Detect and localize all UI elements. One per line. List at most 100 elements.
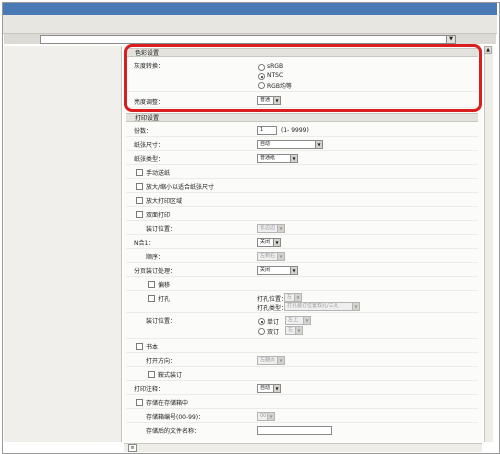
manual-feed-row: 手动送纸 (126, 165, 478, 179)
store-filename-row: 存储后的文件名称： (126, 423, 478, 437)
fit-paper-label: 放大/缩小以适合纸张尺寸 (146, 184, 215, 191)
punch-position-label: 打孔位置： (257, 296, 288, 303)
annotation-row: 打印注释： 自动 ▼ (126, 381, 478, 395)
enlarge-area-label: 放大打印区域 (146, 198, 183, 205)
punch-type-value: 打孔装订位置双孔/三孔 (287, 303, 339, 309)
paper-size-value: 自动 (260, 141, 271, 147)
chevron-down-icon: ▼ (273, 385, 280, 392)
duplex-label: 双面打印 (146, 212, 171, 219)
punch-position-select[interactable]: 左 ▼ (284, 293, 302, 302)
address-input[interactable] (40, 35, 448, 44)
enlarge-area-checkbox[interactable] (136, 197, 143, 204)
saddle-stitch-row: 鞍式装订 (126, 367, 478, 381)
saddle-stitch-checkbox[interactable] (148, 371, 155, 378)
offset-checkbox[interactable] (148, 281, 155, 288)
page-order-row: 顺序： 左到右 ▼ (126, 249, 478, 263)
punch-row: 打孔 打孔位置： 左 ▼ 打孔类型： 打孔装订位置双孔/三孔 ▼ (126, 291, 478, 313)
page-order-select[interactable]: 左到右 ▼ (257, 252, 285, 261)
paper-type-row: 纸张类型： 普通纸 ▼ (126, 151, 478, 165)
open-direction-label: 打开方向： (146, 358, 177, 365)
copies-row: 份数： 1 (1- 9999) (126, 123, 478, 137)
page-order-value: 左到右 (260, 253, 276, 259)
punch-position-value: 左 (287, 294, 293, 300)
toolbar (3, 15, 497, 34)
duplex-checkbox[interactable] (136, 211, 143, 218)
punch-type-select[interactable]: 打孔装订位置双孔/三孔 ▼ (284, 302, 360, 311)
copies-input[interactable]: 1 (257, 126, 277, 135)
saddle-stitch-label: 鞍式装订 (158, 372, 183, 379)
chevron-down-icon: ▼ (267, 413, 274, 420)
address-dropdown-button[interactable]: ▼ (446, 35, 456, 44)
finishing-value: 关闭 (260, 267, 271, 273)
chevron-down-icon: ▼ (273, 239, 280, 246)
binding-position-row: 装订位置： 长边边 ▼ (126, 221, 478, 235)
booklet-checkbox[interactable] (136, 343, 143, 350)
single-staple-label: 单订 (267, 319, 280, 326)
chevron-down-icon: ▼ (277, 357, 284, 364)
paper-size-label: 纸张尺寸： (134, 142, 165, 149)
chevron-down-icon: ▼ (277, 253, 284, 260)
copies-label: 份数： (134, 128, 153, 135)
box-number-select[interactable]: 00 ▼ (257, 412, 275, 421)
paper-size-row: 纸张尺寸： 自动 ▼ (126, 137, 478, 151)
box-number-value: 00 (260, 413, 267, 419)
offset-row: 偏移 (126, 277, 478, 291)
store-box-row: 存储在存储箱中 (126, 395, 478, 409)
open-direction-row: 打开方向： 左翻页 ▼ (126, 353, 478, 367)
paper-type-label: 纸张类型： (134, 156, 165, 163)
manual-feed-checkbox[interactable] (136, 169, 143, 176)
double-staple-label: 双订 (267, 329, 280, 336)
punch-type-label: 打孔类型： (257, 305, 288, 312)
paper-type-value: 普通纸 (260, 155, 276, 161)
manual-feed-label: 手动送纸 (146, 170, 171, 177)
fit-paper-checkbox[interactable] (136, 183, 143, 190)
duplex-row: 双面打印 (126, 207, 478, 221)
annotation-select[interactable]: 自动 ▼ (257, 384, 281, 393)
finishing-row: 分页装订处理： 关闭 ▼ (126, 263, 478, 277)
box-number-row: 存储箱编号(00-99)： 00 ▼ (126, 409, 478, 423)
store-box-label: 存储在存储箱中 (146, 400, 189, 407)
enlarge-area-row: 放大打印区域 (126, 193, 478, 207)
left-pane (4, 46, 122, 442)
store-box-checkbox[interactable] (136, 399, 143, 406)
chevron-down-icon: ▼ (294, 294, 301, 301)
chevron-down-icon: ▼ (290, 267, 297, 274)
paper-size-select[interactable]: 自动 ▼ (257, 140, 323, 149)
copies-range: (1- 9999) (281, 127, 309, 134)
box-number-label: 存储箱编号(00-99)： (146, 414, 205, 421)
double-staple-select[interactable]: 左 ▼ (285, 326, 303, 335)
bottom-bar (124, 443, 482, 452)
staple-position-row: 装订位置： 单订 左上 ▼ 双订 左 ▼ (126, 313, 478, 339)
menu-icon[interactable]: ≡ (128, 444, 137, 452)
chevron-down-icon: ▼ (295, 327, 302, 334)
chevron-down-icon: ▼ (315, 141, 322, 148)
store-filename-input[interactable] (257, 426, 332, 435)
paper-type-select[interactable]: 普通纸 ▼ (257, 154, 298, 163)
open-direction-value: 左翻页 (260, 357, 276, 363)
binding-position-select[interactable]: 长边边 ▼ (257, 224, 285, 233)
chevron-down-icon: ▼ (290, 155, 297, 162)
single-staple-value: 左上 (288, 317, 299, 323)
store-filename-label: 存储后的文件名称： (146, 428, 201, 435)
fit-paper-row: 放大/缩小以适合纸张尺寸 (126, 179, 478, 193)
annotation-label: 打印注释： (134, 386, 165, 393)
radio-double-staple[interactable] (258, 328, 265, 335)
single-staple-select[interactable]: 左上 ▼ (285, 316, 311, 325)
page-order-label: 顺序： (146, 254, 165, 261)
radio-single-staple[interactable] (258, 318, 265, 325)
booklet-row: 书本 (126, 339, 478, 353)
chevron-down-icon: ▼ (352, 303, 359, 310)
binding-position-value: 长边边 (260, 225, 276, 231)
nup-row: N合1： 关闭 ▼ (126, 235, 478, 249)
nup-select[interactable]: 关闭 ▼ (257, 238, 281, 247)
title-bar (3, 3, 497, 15)
vertical-scrollbar[interactable] (484, 46, 493, 442)
booklet-label: 书本 (146, 344, 159, 351)
punch-checkbox[interactable] (148, 295, 155, 302)
nup-label: N合1： (134, 240, 155, 247)
open-direction-select[interactable]: 左翻页 ▼ (257, 356, 285, 365)
scroll-up-icon[interactable]: ▲ (484, 46, 492, 54)
finishing-select[interactable]: 关闭 ▼ (257, 266, 298, 275)
finishing-label: 分页装订处理： (134, 268, 177, 275)
annotation-value: 自动 (260, 385, 271, 391)
